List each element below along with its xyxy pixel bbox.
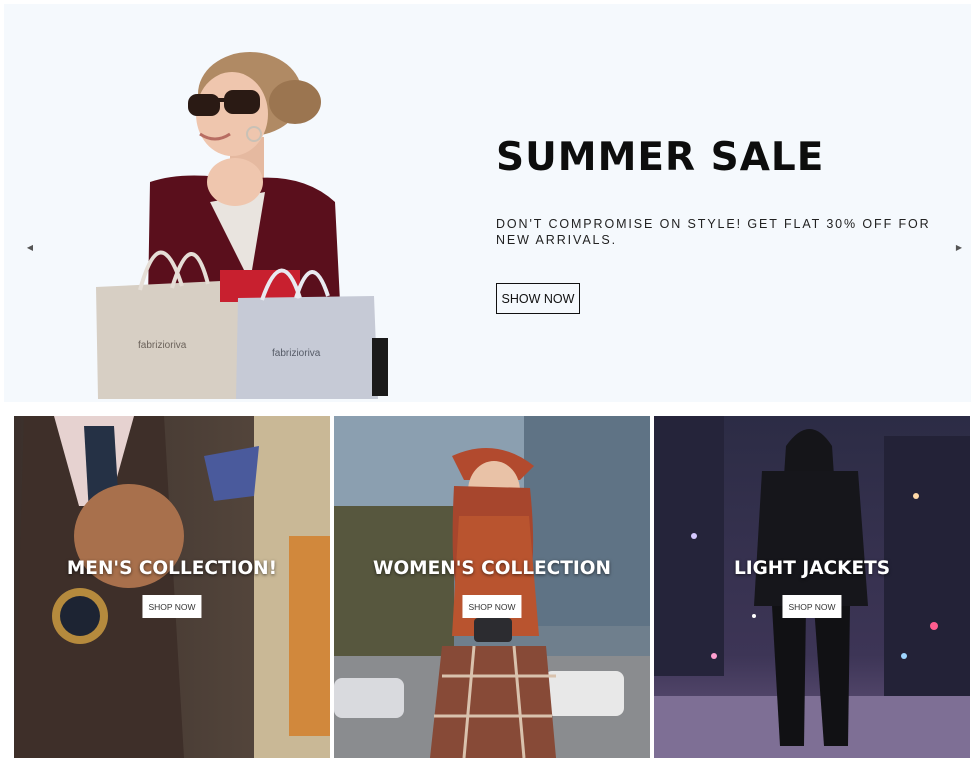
- category-card-light-jackets[interactable]: LIGHT JACKETS SHOP NOW: [654, 416, 970, 758]
- mens-collection-image: [14, 416, 330, 758]
- caret-right-icon: ▶: [955, 242, 963, 252]
- caret-left-icon: ◀: [26, 242, 34, 252]
- category-title: MEN'S COLLECTION!: [66, 558, 278, 579]
- category-title: WOMEN'S COLLECTION: [373, 558, 611, 579]
- slider-next-button[interactable]: ▶: [947, 235, 971, 259]
- slider-prev-button[interactable]: ◀: [18, 235, 42, 259]
- bag-brand-label: fabrizioriva: [138, 340, 187, 351]
- category-card-womens[interactable]: WOMEN'S COLLECTION SHOP NOW: [334, 416, 650, 758]
- category-title: LIGHT JACKETS: [733, 558, 891, 579]
- shop-now-button[interactable]: SHOP NOW: [462, 595, 522, 618]
- hero-description: DON'T COMPROMISE ON STYLE! GET FLAT 30% …: [496, 217, 931, 247]
- category-card-mens[interactable]: MEN'S COLLECTION! SHOP NOW: [14, 416, 330, 758]
- shop-now-button[interactable]: SHOP NOW: [782, 595, 842, 618]
- shop-now-button[interactable]: SHOP NOW: [142, 595, 202, 618]
- womens-collection-image: [334, 416, 650, 758]
- bag-brand-label: fabrizioriva: [272, 348, 321, 359]
- hero-model-image: fabrizioriva fabrizioriva: [96, 52, 388, 399]
- hero-title: SUMMER SALE: [496, 135, 825, 180]
- show-now-button[interactable]: SHOW NOW: [496, 283, 580, 314]
- light-jackets-image: [654, 416, 970, 758]
- hero-slider: fabrizioriva fabrizioriva SUMMER SALE DO…: [4, 4, 971, 402]
- hero-copy: SUMMER SALE DON'T COMPROMISE ON STYLE! G…: [496, 134, 956, 314]
